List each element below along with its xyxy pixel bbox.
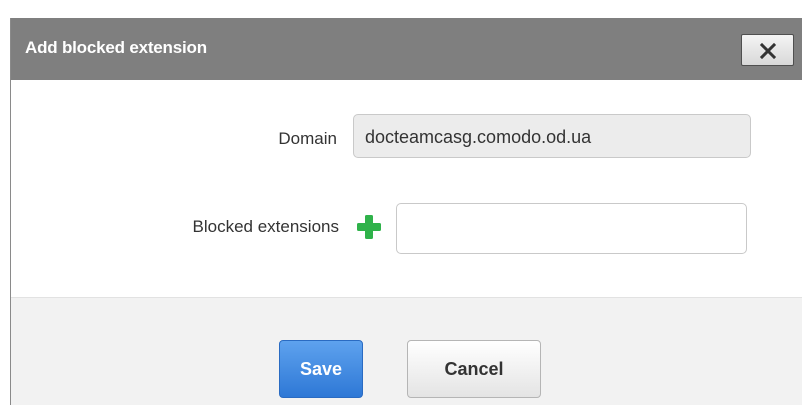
dialog-footer: Save Cancel — [11, 297, 802, 405]
cancel-button[interactable]: Cancel — [407, 340, 541, 398]
dialog-title: Add blocked extension — [25, 38, 207, 57]
page-background: Add blocked extension Domain docteamcasg… — [0, 0, 802, 405]
save-button[interactable]: Save — [279, 340, 363, 398]
plus-icon[interactable] — [355, 213, 383, 241]
close-icon — [760, 43, 776, 59]
dialog-body: Domain docteamcasg.comodo.od.ua Blocked … — [11, 80, 802, 296]
domain-field: docteamcasg.comodo.od.ua — [353, 114, 751, 158]
close-button[interactable] — [741, 34, 794, 66]
dialog-titlebar: Add blocked extension — [11, 18, 802, 80]
blocked-extensions-label: Blocked extensions — [192, 217, 339, 236]
blocked-extensions-input[interactable] — [396, 203, 747, 254]
domain-label: Domain — [278, 129, 337, 148]
add-blocked-extension-dialog: Add blocked extension Domain docteamcasg… — [10, 18, 802, 405]
